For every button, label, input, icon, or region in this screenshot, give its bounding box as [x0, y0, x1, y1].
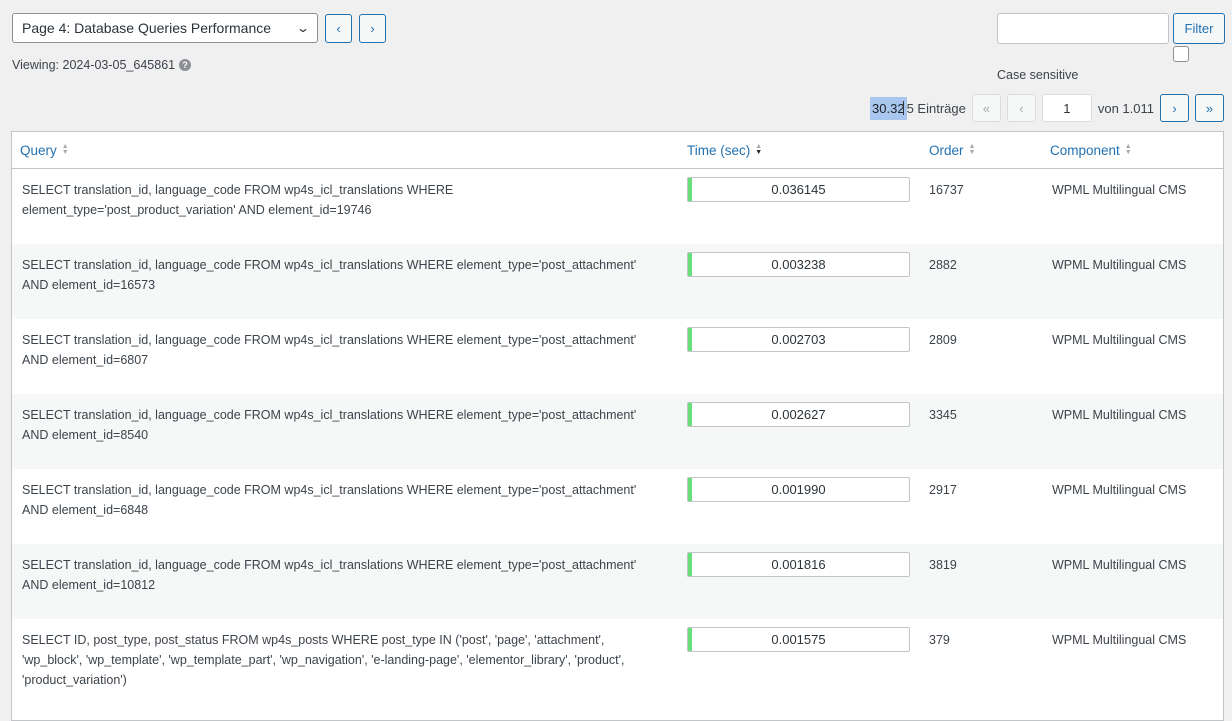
table-row: SELECT translation_id, language_code FRO…	[12, 469, 1223, 544]
time-bar-fill	[688, 553, 693, 576]
component-cell: WPML Multilingual CMS	[1052, 333, 1187, 347]
time-bar-fill	[688, 403, 693, 426]
order-cell: 3819	[929, 558, 957, 572]
next-page-button[interactable]: ›	[359, 13, 386, 43]
time-bar: 0.002703	[687, 327, 910, 352]
time-value: 0.003238	[771, 256, 826, 272]
entry-count-selected: 30.32	[870, 96, 907, 120]
total-pages: von 1.011	[1097, 100, 1154, 116]
time-value: 0.001575	[771, 631, 826, 647]
sort-icon: ▲ ▼	[968, 143, 976, 156]
time-cell: 0.002703	[679, 319, 921, 394]
query-cell: SELECT translation_id, language_code FRO…	[22, 333, 637, 367]
table-row: SELECT translation_id, language_code FRO…	[12, 544, 1223, 619]
column-header-order-label: Order	[929, 142, 964, 158]
time-bar-fill	[688, 253, 693, 276]
time-bar: 0.003238	[687, 252, 910, 277]
query-cell: SELECT translation_id, language_code FRO…	[22, 258, 637, 292]
time-bar: 0.001990	[687, 477, 910, 502]
filter-input[interactable]	[997, 13, 1169, 44]
column-header-query[interactable]: Query ▲ ▼	[12, 143, 679, 158]
current-page-input[interactable]: 1	[1041, 94, 1092, 122]
column-header-time-label: Time (sec)	[687, 142, 751, 158]
query-cell: SELECT ID, post_type, post_status FROM w…	[22, 633, 625, 687]
time-cell: 0.001575	[679, 619, 921, 719]
help-icon[interactable]: ?	[179, 59, 192, 71]
time-cell: 0.001990	[679, 469, 921, 544]
query-cell: SELECT translation_id, language_code FRO…	[22, 183, 454, 217]
table-row: SELECT ID, post_type, post_status FROM w…	[12, 619, 1223, 719]
entry-count-rest: 5 Einträge	[906, 100, 966, 116]
chevron-down-icon: ⌄	[295, 21, 311, 35]
time-bar-fill	[688, 328, 693, 351]
time-bar: 0.002627	[687, 402, 910, 427]
sort-icon: ▲ ▼	[755, 143, 763, 156]
prev-page-button[interactable]: ‹	[325, 13, 352, 43]
column-header-query-label: Query	[20, 142, 57, 158]
sort-icon: ▲ ▼	[1124, 143, 1132, 156]
table-row: SELECT translation_id, language_code FRO…	[12, 319, 1223, 394]
order-cell: 16737	[929, 183, 964, 197]
time-bar-fill	[688, 478, 693, 501]
text-cursor-icon	[902, 101, 905, 115]
case-sensitive-checkbox[interactable]	[1173, 46, 1189, 62]
table-header: Query ▲ ▼ Time (sec) ▲ ▼ Order ▲ ▼ Componen…	[12, 132, 1223, 169]
time-bar: 0.001816	[687, 552, 910, 577]
component-cell: WPML Multilingual CMS	[1052, 183, 1187, 197]
sort-icon: ▲ ▼	[61, 143, 69, 156]
table-row: SELECT translation_id, language_code FRO…	[12, 244, 1223, 319]
viewing-info: Viewing: 2024-03-05_645861 ?	[12, 58, 192, 72]
first-page-button[interactable]: «	[971, 94, 1001, 122]
component-cell: WPML Multilingual CMS	[1052, 633, 1187, 647]
time-value: 0.002703	[771, 331, 826, 347]
case-sensitive-label: Case sensitive	[997, 68, 1079, 82]
filter-button[interactable]: Filter	[1173, 13, 1225, 44]
time-bar-fill	[688, 178, 693, 201]
last-page-button[interactable]: »	[1195, 94, 1224, 122]
column-header-time[interactable]: Time (sec) ▲ ▼	[679, 143, 921, 158]
page-select-value: Page 4: Database Queries Performance	[22, 20, 272, 36]
time-value: 0.036145	[771, 181, 826, 197]
column-header-component-label: Component	[1050, 142, 1120, 158]
column-header-component[interactable]: Component ▲ ▼	[1042, 143, 1223, 158]
table-row: SELECT translation_id, language_code FRO…	[12, 394, 1223, 469]
component-cell: WPML Multilingual CMS	[1052, 258, 1187, 272]
component-cell: WPML Multilingual CMS	[1052, 558, 1187, 572]
column-header-order[interactable]: Order ▲ ▼	[921, 143, 1042, 158]
order-cell: 379	[929, 633, 950, 647]
component-cell: WPML Multilingual CMS	[1052, 408, 1187, 422]
time-value: 0.002627	[771, 406, 826, 422]
time-bar: 0.036145	[687, 177, 910, 202]
time-value: 0.001990	[771, 481, 826, 497]
query-cell: SELECT translation_id, language_code FRO…	[22, 483, 637, 517]
time-value: 0.001816	[771, 556, 826, 572]
time-cell: 0.001816	[679, 544, 921, 619]
next-page-button-pager[interactable]: ›	[1160, 94, 1189, 122]
query-cell: SELECT translation_id, language_code FRO…	[22, 408, 637, 442]
time-cell: 0.036145	[679, 169, 921, 244]
order-cell: 3345	[929, 408, 957, 422]
page-select[interactable]: Page 4: Database Queries Performance ⌄	[12, 13, 318, 43]
order-cell: 2882	[929, 258, 957, 272]
pagination: 30.32 5 Einträge « ‹ 1 von 1.011 › »	[870, 94, 1224, 122]
queries-table: Query ▲ ▼ Time (sec) ▲ ▼ Order ▲ ▼ Componen…	[11, 131, 1224, 721]
table-row: SELECT translation_id, language_code FRO…	[12, 169, 1223, 244]
page-toolbar: Page 4: Database Queries Performance ⌄ ‹…	[12, 13, 386, 43]
time-bar: 0.001575	[687, 627, 910, 652]
order-cell: 2917	[929, 483, 957, 497]
query-cell: SELECT translation_id, language_code FRO…	[22, 558, 637, 592]
time-cell: 0.002627	[679, 394, 921, 469]
entry-count: 30.32 5 Einträge	[870, 96, 966, 120]
viewing-text: Viewing: 2024-03-05_645861	[12, 58, 176, 72]
time-bar-fill	[688, 628, 693, 651]
order-cell: 2809	[929, 333, 957, 347]
previous-page-button[interactable]: ‹	[1006, 94, 1036, 122]
time-cell: 0.003238	[679, 244, 921, 319]
component-cell: WPML Multilingual CMS	[1052, 483, 1187, 497]
